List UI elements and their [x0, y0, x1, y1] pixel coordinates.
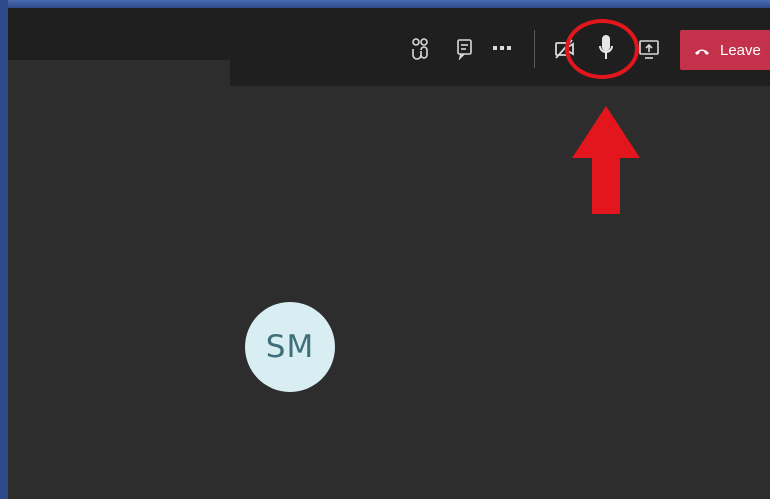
window-frame-top: [0, 0, 770, 8]
more-options-icon[interactable]: [492, 44, 512, 52]
camera-off-icon[interactable]: [554, 38, 574, 60]
participant-initials: SM: [265, 329, 315, 365]
participants-icon[interactable]: [410, 38, 430, 60]
leave-label: Leave: [720, 41, 761, 59]
chat-icon[interactable]: [456, 38, 474, 60]
share-screen-icon[interactable]: [638, 38, 660, 60]
window-frame-left: [0, 0, 8, 499]
toolbar-divider: [534, 30, 535, 68]
leave-button[interactable]: Leave: [680, 30, 770, 70]
microphone-icon[interactable]: [597, 34, 615, 62]
phone-hangup-icon: [694, 42, 710, 59]
participant-avatar: SM: [245, 302, 335, 392]
